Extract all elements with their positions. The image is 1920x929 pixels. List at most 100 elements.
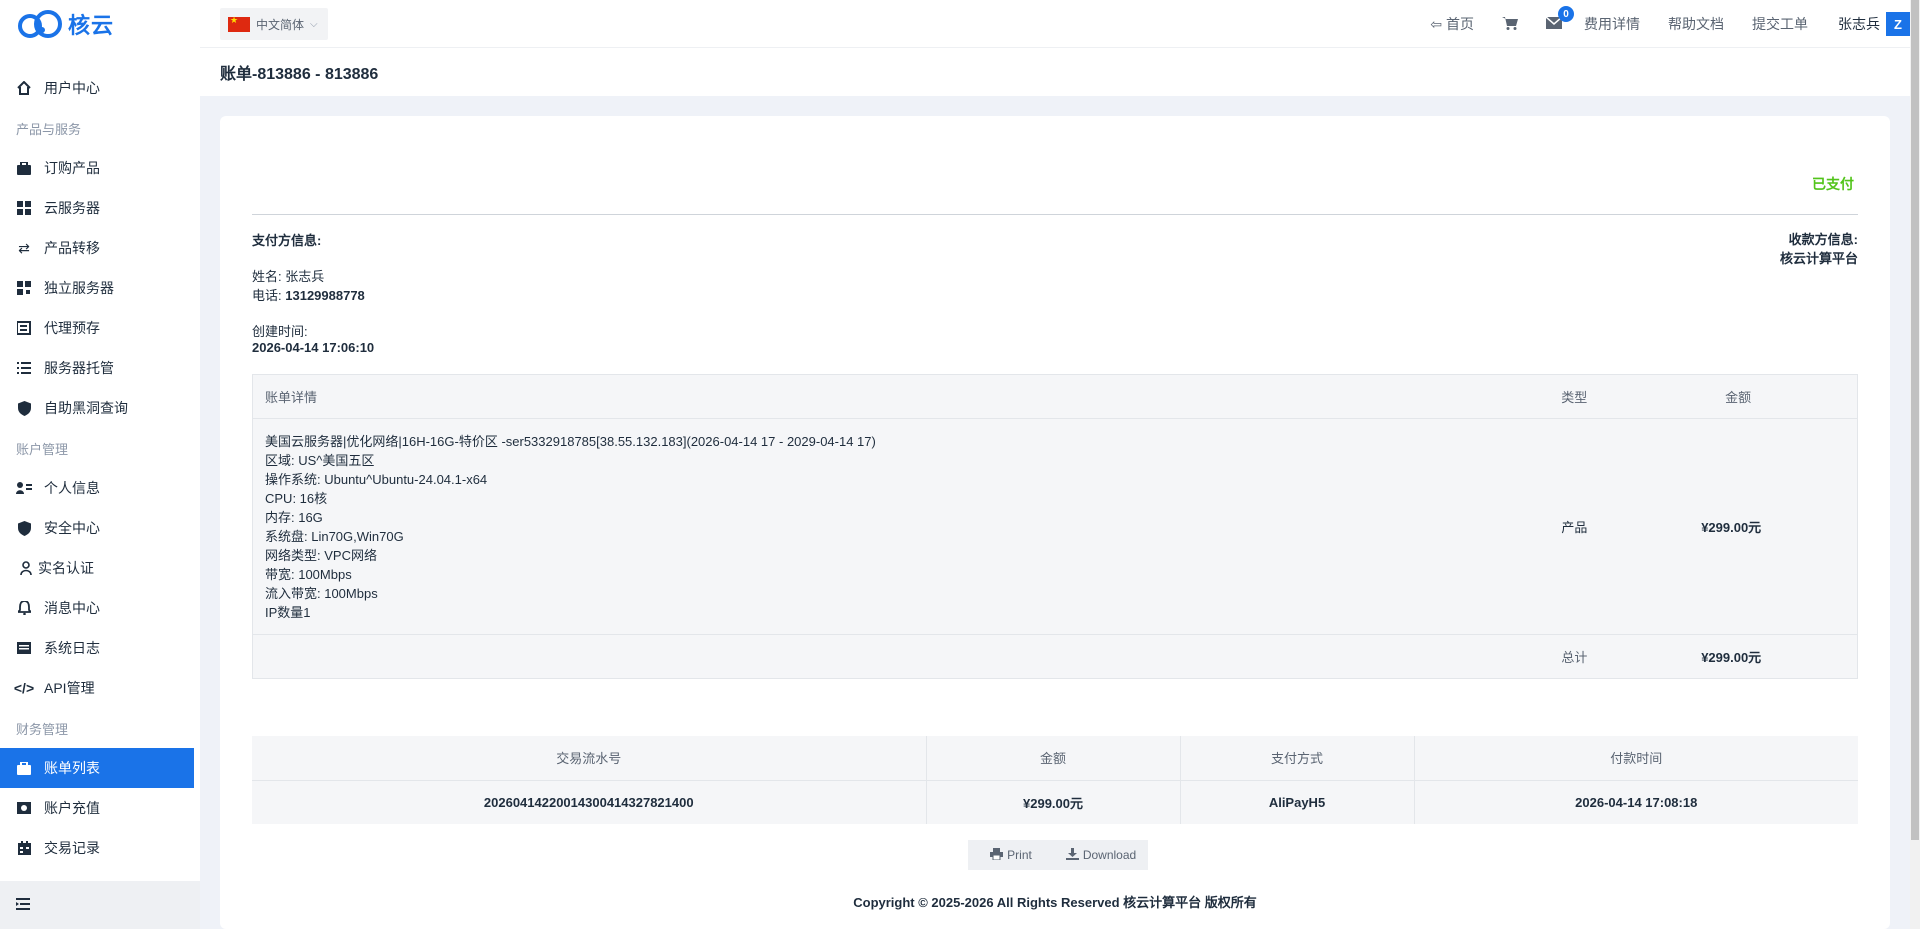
payee-info-title: 收款方信息: xyxy=(1788,232,1858,247)
item-line: IP数量1 xyxy=(265,604,311,620)
money-icon xyxy=(16,800,32,816)
chevron-down-icon: ⌵ xyxy=(310,18,318,30)
sidebar-item-dedicated[interactable]: 独立服务器 xyxy=(0,268,200,308)
menu-section-finance: 财务管理 xyxy=(16,721,69,737)
sidebar-item-label: 服务器托管 xyxy=(44,360,114,376)
menu-section-products: 产品与服务 xyxy=(16,121,82,137)
item-type: 产品 xyxy=(1561,520,1588,535)
item-description: 美国云服务器|优化网络|16H-16G-特价区 -ser5332918785[3… xyxy=(253,432,1545,622)
print-button[interactable]: Print xyxy=(968,840,1054,870)
user-menu[interactable]: 张志兵 Z xyxy=(1838,12,1910,36)
column-header-paid-time: 付款时间 xyxy=(1414,736,1858,781)
briefcase-icon xyxy=(16,760,32,776)
table-row: 美国云服务器|优化网络|16H-16G-特价区 -ser5332918785[3… xyxy=(253,419,1857,635)
china-flag-icon xyxy=(228,15,250,32)
invoice-card: 已支付 支付方信息: 收款方信息: 核云计算平台 姓名: 张志兵 电话: 131… xyxy=(220,116,1890,929)
sidebar-item-profile[interactable]: 个人信息 xyxy=(0,468,200,508)
sidebar-item-realname[interactable]: 实名认证 xyxy=(0,548,200,588)
sidebar-item-label: 消息中心 xyxy=(44,600,100,616)
payer-phone-row: 电话: 13129988778 xyxy=(252,285,365,304)
sidebar-item-label: 自助黑洞查询 xyxy=(44,400,128,416)
sidebar-item-messages[interactable]: 消息中心 xyxy=(0,588,200,628)
transaction-table: 交易流水号 金额 支付方式 付款时间 202604142200143004143… xyxy=(252,736,1858,824)
sidebar-menu: 用户中心 产品与服务 订购产品 云服务器 ⇄ 产品转移 独立服务器 代理预存 服… xyxy=(0,68,200,868)
ticket-link[interactable]: 提交工单 xyxy=(1752,14,1808,34)
sidebar-collapse-button[interactable] xyxy=(0,881,200,929)
txn-payment-method: AliPayH5 xyxy=(1180,780,1415,824)
download-button[interactable]: Download xyxy=(1054,840,1148,870)
help-link-label: 帮助文档 xyxy=(1668,16,1724,32)
payee-name: 核云计算平台 xyxy=(1779,251,1858,266)
sidebar-item-label: 账单列表 xyxy=(44,760,100,776)
column-header-amount: 金额 xyxy=(1725,390,1752,405)
sidebar-item-label: 安全中心 xyxy=(44,520,100,536)
table-header: 交易流水号 金额 支付方式 付款时间 xyxy=(252,736,1858,781)
sidebar-item-proxy[interactable]: 代理预存 xyxy=(0,308,200,348)
scrollbar-thumb[interactable] xyxy=(1911,0,1919,840)
person-icon xyxy=(18,560,34,576)
grid-icon xyxy=(16,200,32,216)
language-select[interactable]: 中文简体 ⌵ xyxy=(220,8,328,40)
fees-link[interactable]: 费用详情 xyxy=(1584,14,1640,34)
item-line: 带宽: 100Mbps xyxy=(265,566,352,582)
sidebar-item-label: 独立服务器 xyxy=(44,280,114,296)
payer-phone-label: 电话: xyxy=(252,288,282,303)
sidebar-item-logs[interactable]: 系统日志 xyxy=(0,628,200,668)
download-label: Download xyxy=(1082,848,1137,862)
total-amount: ¥299.00元 xyxy=(1701,650,1762,665)
sidebar-item-colo[interactable]: 服务器托管 xyxy=(0,348,200,388)
item-line: 网络类型: VPC网络 xyxy=(265,547,377,563)
brand-name: 核云 xyxy=(68,13,115,38)
column-header-payment-method: 支付方式 xyxy=(1180,736,1415,781)
print-label: Print xyxy=(1007,848,1032,862)
message-count-badge: 0 xyxy=(1558,6,1574,22)
code-icon: </> xyxy=(13,680,35,696)
wallet-icon xyxy=(16,320,32,336)
sidebar-item-label: 个人信息 xyxy=(44,480,100,496)
avatar: Z xyxy=(1886,12,1910,36)
column-header-type: 类型 xyxy=(1561,390,1588,405)
fees-link-label: 费用详情 xyxy=(1584,16,1640,32)
item-line: 美国云服务器|优化网络|16H-16G-特价区 -ser5332918785[3… xyxy=(265,433,876,449)
bill-details-table: 账单详情 类型 金额 美国云服务器|优化网络|16H-16G-特价区 -ser5… xyxy=(252,374,1858,679)
item-line: 内存: 16G xyxy=(265,509,323,525)
sidebar-item-security[interactable]: 安全中心 xyxy=(0,508,200,548)
sidebar-item-label: 代理预存 xyxy=(44,320,100,336)
briefcase-icon xyxy=(16,160,32,176)
cloud-logo-icon xyxy=(18,10,62,38)
swap-icon: ⇄ xyxy=(18,239,30,256)
payer-phone-value: 13129988778 xyxy=(285,288,365,303)
page-title: 账单-813886 - 813886 xyxy=(200,48,1910,96)
sidebar-item-order[interactable]: 订购产品 xyxy=(0,148,200,188)
invoice-actions: Print Download xyxy=(968,840,1148,870)
sidebar-item-api[interactable]: </> API管理 xyxy=(0,668,200,708)
total-label: 总计 xyxy=(1561,650,1588,665)
sidebar-item-cloud-server[interactable]: 云服务器 xyxy=(0,188,200,228)
sidebar-item-blackhole[interactable]: 自助黑洞查询 xyxy=(0,388,200,428)
sidebar-item-user-center[interactable]: 用户中心 xyxy=(0,68,200,108)
divider xyxy=(252,214,1858,215)
payee-info: 收款方信息: 核云计算平台 xyxy=(1780,230,1858,268)
sidebar-item-label: 交易记录 xyxy=(44,840,100,856)
page-scrollbar[interactable] xyxy=(1910,0,1920,929)
sidebar-item-bills[interactable]: 账单列表 xyxy=(0,748,194,788)
sidebar-item-transactions[interactable]: 交易记录 xyxy=(0,828,200,868)
messages-button[interactable]: 0 xyxy=(1545,6,1574,32)
sidebar-item-label: 账户充值 xyxy=(44,800,100,816)
top-nav: ⇦ 首页 0 费用详情 帮助文档 提交工单 张志兵 Z xyxy=(1402,0,1910,48)
total-row: 总计 ¥299.00元 xyxy=(253,635,1857,678)
shield-icon xyxy=(16,400,32,416)
sidebar-item-label: 实名认证 xyxy=(38,560,94,576)
txn-id: 20260414220014300414327821400 xyxy=(252,780,927,824)
sidebar-item-label: API管理 xyxy=(44,680,95,696)
home-link[interactable]: ⇦ 首页 xyxy=(1430,14,1474,34)
download-icon xyxy=(1065,847,1079,863)
sidebar-item-label: 用户中心 xyxy=(44,80,100,96)
sidebar-item-transfer[interactable]: ⇄ 产品转移 xyxy=(0,228,200,268)
brand-logo[interactable]: 核云 xyxy=(16,8,114,40)
cart-button[interactable] xyxy=(1502,16,1518,33)
home-link-label: 首页 xyxy=(1446,16,1474,32)
help-link[interactable]: 帮助文档 xyxy=(1668,14,1724,34)
sidebar-item-label: 订购产品 xyxy=(44,160,100,176)
sidebar-item-recharge[interactable]: 账户充值 xyxy=(0,788,200,828)
